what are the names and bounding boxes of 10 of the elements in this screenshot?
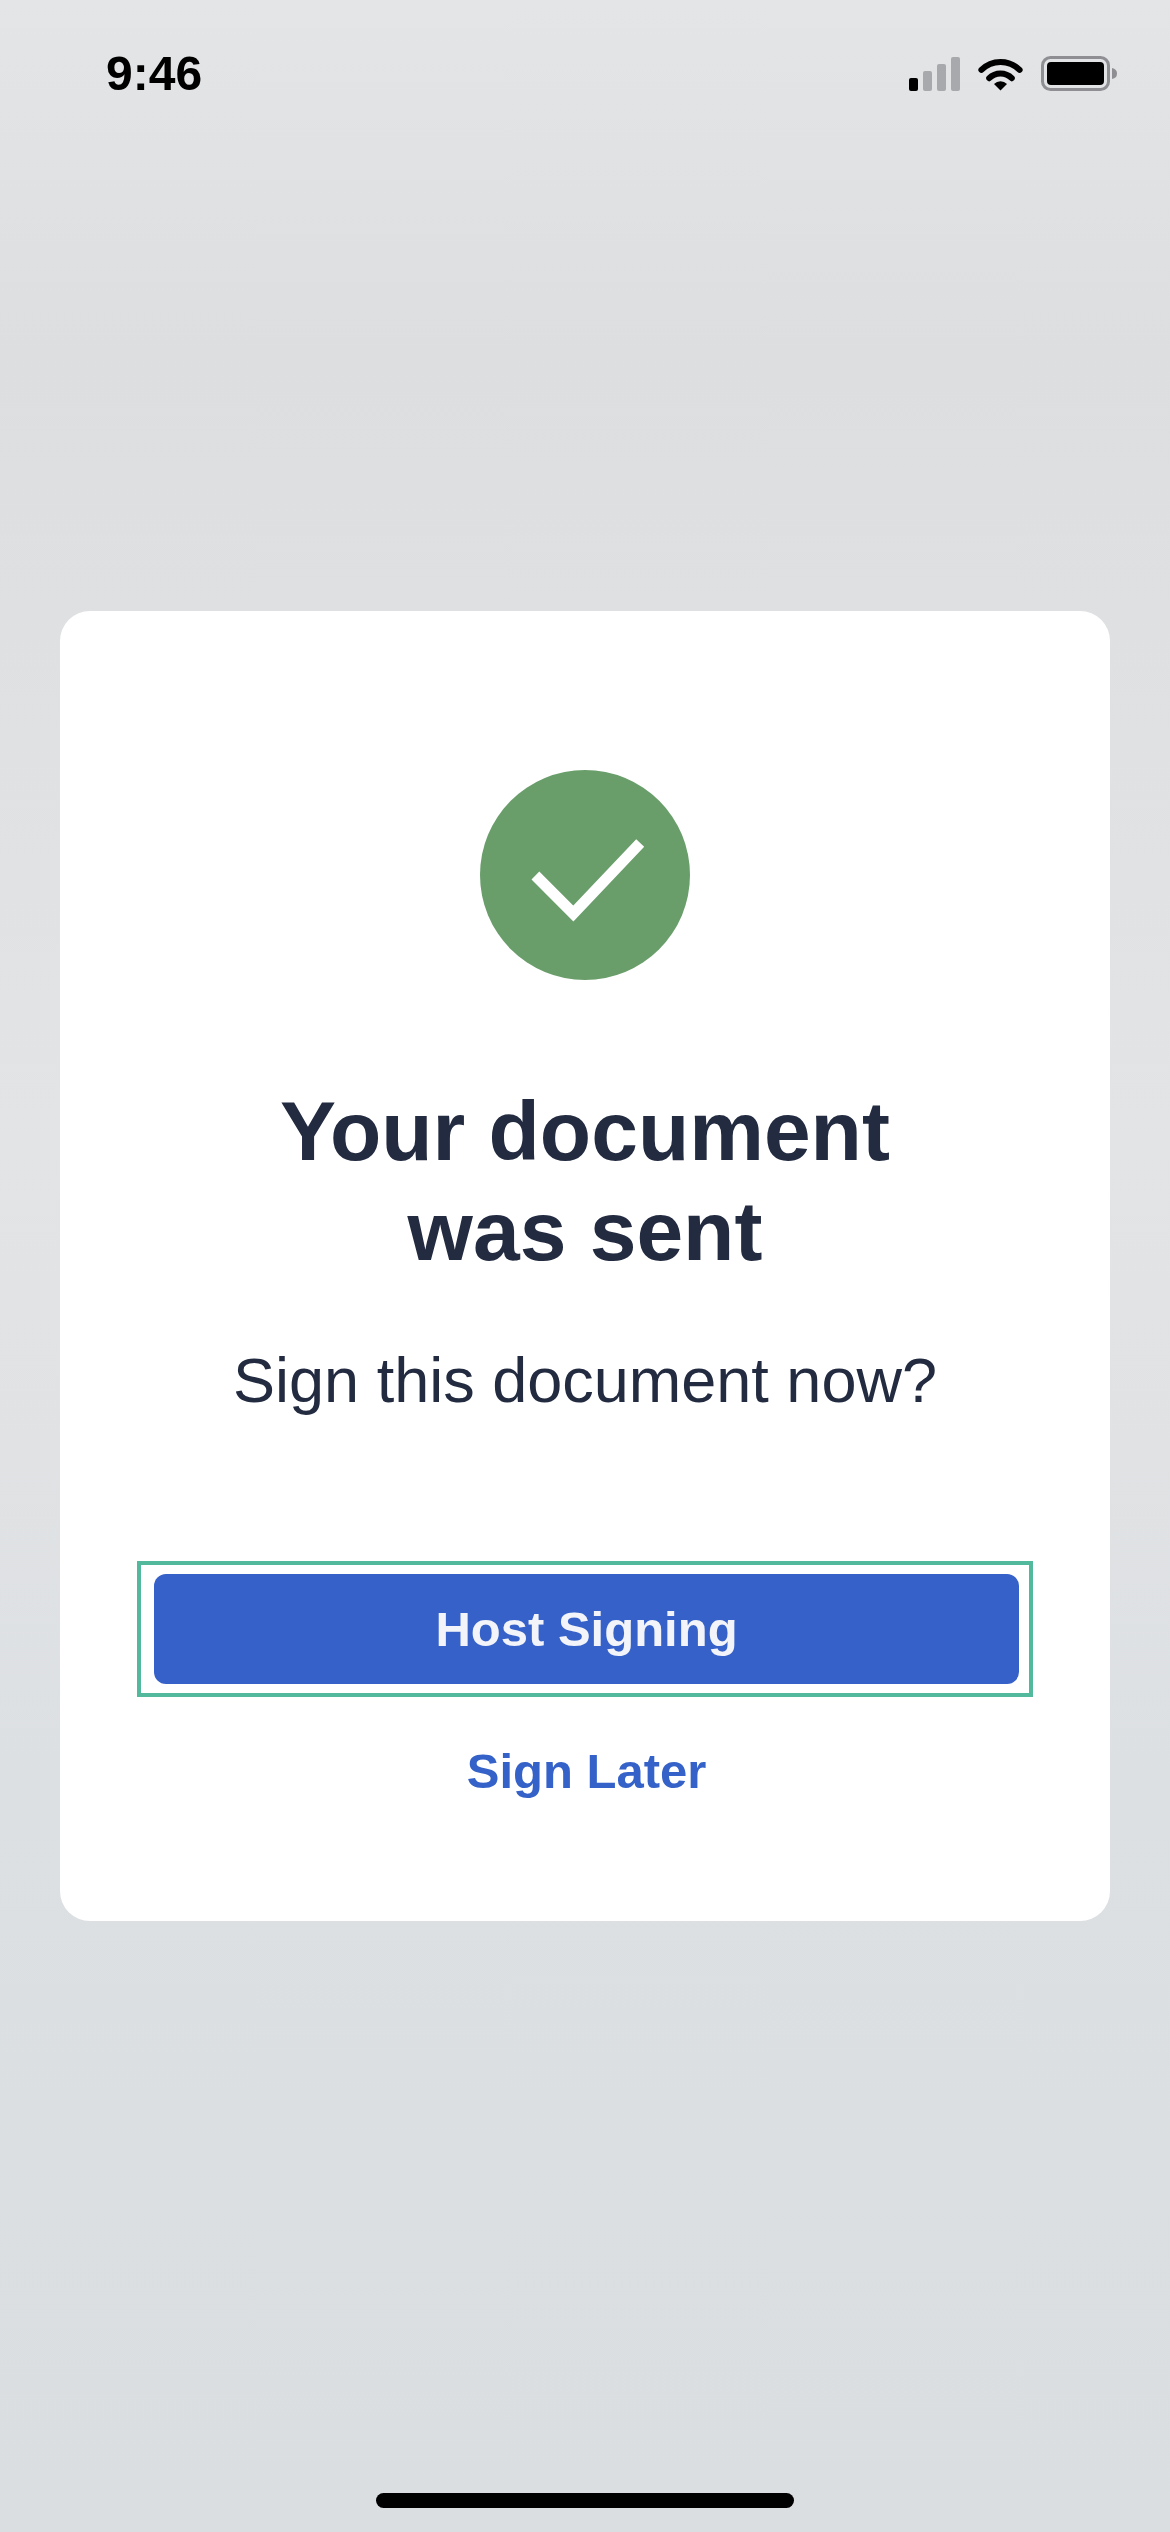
dialog-message: Sign this document now? xyxy=(233,1345,937,1415)
battery-icon xyxy=(1041,56,1117,91)
home-indicator[interactable] xyxy=(376,2493,794,2508)
check-circle-icon xyxy=(480,770,690,980)
signal-icon xyxy=(909,56,960,91)
text-link-button[interactable]: Sign Later xyxy=(466,1741,707,1801)
dialog-title: Your document was sent xyxy=(279,1083,891,1280)
status-time: 9:46 xyxy=(106,46,203,102)
primary-button[interactable]: Host Signing xyxy=(154,1574,1019,1684)
wifi-icon xyxy=(976,56,1025,91)
